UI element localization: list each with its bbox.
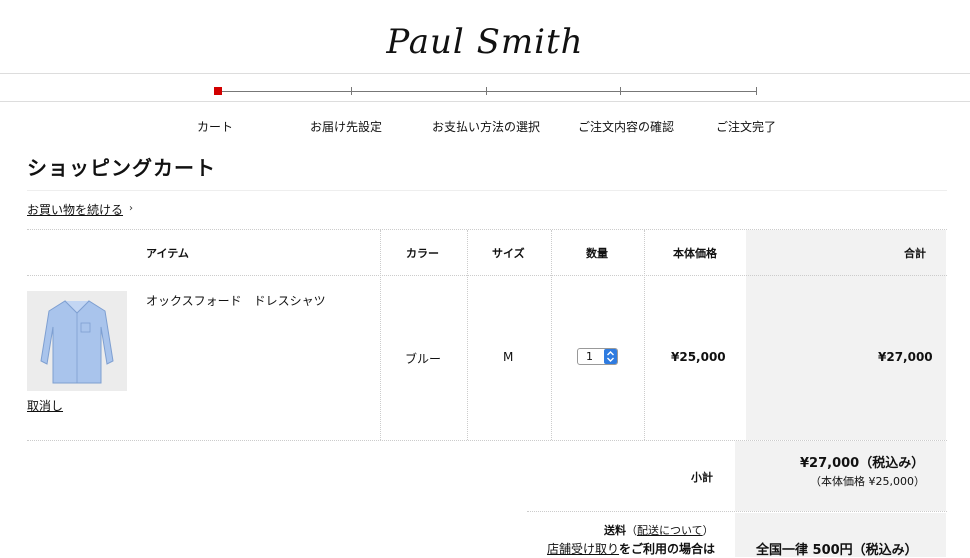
table-top-border bbox=[27, 229, 947, 230]
product-size: M bbox=[503, 350, 514, 364]
shirt-icon bbox=[40, 300, 114, 384]
header-color: カラー bbox=[406, 247, 439, 260]
store-pickup-link[interactable]: 店舗受け取り bbox=[547, 542, 619, 556]
product-color: ブルー bbox=[405, 352, 442, 366]
steps-divider bbox=[0, 101, 970, 102]
product-total: ¥27,000 bbox=[878, 350, 933, 364]
store-pickup-text: をご利用の場合は bbox=[619, 542, 716, 556]
shipping-info-link[interactable]: 配送について bbox=[637, 524, 703, 537]
summary-divider bbox=[527, 511, 947, 512]
column-divider bbox=[551, 230, 552, 440]
shipping-label: 送料 bbox=[604, 524, 626, 537]
header-divider bbox=[0, 73, 970, 74]
progress-tick bbox=[756, 87, 757, 95]
shipping-value: 全国一律 500円（税込み） bbox=[756, 543, 918, 558]
shipping-paren-open: （ bbox=[626, 524, 637, 537]
step-confirm: ご注文内容の確認 bbox=[577, 120, 675, 134]
subtotal-label: 小計 bbox=[691, 471, 713, 484]
product-name[interactable]: オックスフォード ドレスシャツ bbox=[146, 292, 326, 309]
header-item: アイテム bbox=[146, 247, 189, 260]
table-header-border bbox=[27, 275, 947, 276]
shipping-line: 送料（配送について） bbox=[604, 522, 714, 538]
total-column-bg bbox=[746, 230, 946, 440]
step-payment: お支払い方法の選択 bbox=[431, 120, 541, 134]
column-divider bbox=[644, 230, 645, 440]
header-price: 本体価格 bbox=[673, 247, 717, 260]
current-step-marker bbox=[214, 87, 222, 95]
product-image[interactable] bbox=[27, 291, 127, 391]
product-price: ¥25,000 bbox=[671, 350, 726, 364]
store-pickup-line: 店舗受け取りをご利用の場合は bbox=[547, 540, 715, 557]
progress-tick bbox=[620, 87, 621, 95]
step-complete: ご注文完了 bbox=[715, 120, 777, 134]
step-shipping: お届け先設定 bbox=[309, 120, 383, 134]
page-title: ショッピングカート bbox=[27, 156, 216, 180]
header-total: 合計 bbox=[904, 247, 926, 260]
column-divider bbox=[380, 230, 381, 440]
subtotal-value: ¥27,000（税込み） bbox=[800, 456, 925, 471]
step-cart: カート bbox=[196, 120, 234, 134]
remove-item-link[interactable]: 取消し bbox=[27, 397, 63, 414]
brand-logo[interactable]: Paul Smith bbox=[0, 22, 970, 62]
title-divider bbox=[27, 190, 947, 191]
subtotal-note: （本体価格 ¥25,000） bbox=[810, 475, 925, 488]
header-qty: 数量 bbox=[586, 247, 608, 260]
quantity-value: 1 bbox=[586, 350, 593, 363]
column-divider bbox=[467, 230, 468, 440]
chevron-right-icon: › bbox=[129, 203, 133, 214]
shipping-paren-close: ） bbox=[702, 524, 714, 537]
header-size: サイズ bbox=[492, 247, 525, 260]
chevron-up-down-icon[interactable] bbox=[604, 349, 617, 364]
progress-tick bbox=[486, 87, 487, 95]
progress-tick bbox=[351, 87, 352, 95]
continue-shopping-link[interactable]: お買い物を続ける bbox=[27, 201, 123, 218]
